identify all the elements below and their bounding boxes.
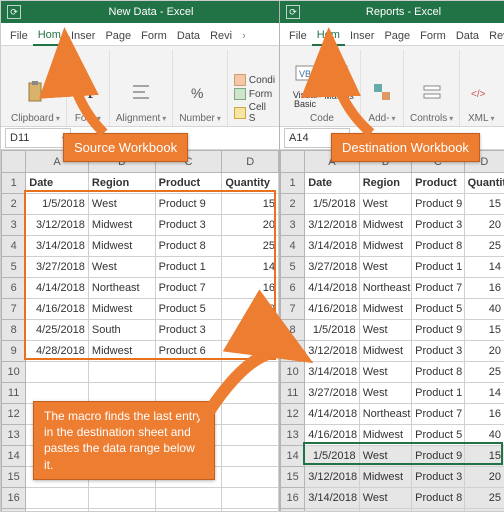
ribbon-group-styles[interactable]: Condi Form Cell S	[228, 50, 281, 126]
alignment-icon[interactable]	[126, 75, 156, 109]
callout-source: Source Workbook	[63, 133, 188, 162]
ribbon-tab-file[interactable]: File	[284, 30, 312, 45]
svg-text:A: A	[80, 82, 93, 102]
ribbon-tabs[interactable]: FileHomInserPageFormDataRevi›	[1, 23, 279, 46]
svg-text:%: %	[191, 85, 203, 101]
svg-text:VB: VB	[299, 69, 311, 79]
ribbon-tab-file[interactable]: File	[5, 30, 33, 45]
ribbon-tab-inser[interactable]: Inser	[345, 30, 379, 45]
window-title: New Data - Excel	[29, 6, 273, 18]
window-titlebar: ⟳ Reports - Excel	[280, 1, 504, 23]
ribbon-tab-page[interactable]: Page	[100, 30, 136, 45]
ribbon-tab-inser[interactable]: Inser	[66, 30, 100, 45]
window-titlebar: ⟳ New Data - Excel	[1, 1, 279, 23]
visual-basic-icon[interactable]: VB	[290, 57, 320, 91]
ribbon-tab-form[interactable]: Form	[415, 30, 451, 45]
callout-dest: Destination Workbook	[331, 133, 480, 162]
ribbon-group-clipboard[interactable]: Clipboard▾	[5, 50, 67, 126]
svg-text:</>: </>	[471, 89, 486, 100]
ribbon: VB Visual Basic Macros Code Add-▾ Contro…	[280, 46, 504, 127]
paste-icon[interactable]	[20, 75, 50, 109]
ribbon-group-addins[interactable]: Add-▾	[361, 50, 404, 126]
name-box[interactable]: D11▾	[5, 128, 71, 148]
callout-explain: The macro finds the last entry in the de…	[33, 401, 215, 480]
ribbon-tab-revi[interactable]: Revi	[205, 30, 237, 45]
grid[interactable]: ABCD1DateRegionProductQuantity21/5/2018W…	[280, 150, 504, 511]
ribbon: Clipboard▾ A Font▾ Alignment▾ % Number▾ …	[1, 46, 279, 127]
xml-icon[interactable]: </>	[466, 75, 496, 109]
macros-icon[interactable]	[324, 57, 354, 91]
ribbon-group-alignment[interactable]: Alignment▾	[110, 50, 173, 126]
ribbon-tab-rev[interactable]: Rev	[484, 30, 504, 45]
ribbon-tab-form[interactable]: Form	[136, 30, 172, 45]
ribbon-tab-data[interactable]: Data	[451, 30, 484, 45]
col-header[interactable]: D	[222, 151, 279, 173]
ribbon-tab-hom[interactable]: Hom	[33, 29, 66, 46]
font-icon[interactable]: A	[73, 75, 103, 109]
ribbon-tab-page[interactable]: Page	[379, 30, 415, 45]
number-icon[interactable]: %	[185, 75, 215, 109]
ribbon-tabs[interactable]: FileHomInserPageFormDataRev›	[280, 23, 504, 46]
autosave-icon: ⟳	[7, 5, 21, 19]
autosave-icon: ⟳	[286, 5, 300, 19]
addins-icon[interactable]	[367, 75, 397, 109]
destination-workbook-pane: ⟳ Reports - Excel FileHomInserPageFormDa…	[280, 1, 504, 511]
ribbon-group-code[interactable]: VB Visual Basic Macros Code	[284, 50, 361, 126]
ribbon-tab-hom[interactable]: Hom	[312, 29, 345, 46]
ribbon-group-xml[interactable]: </> XML▾	[460, 50, 502, 126]
ribbon-group-controls[interactable]: Controls▾	[404, 50, 460, 126]
ribbon-group-font[interactable]: A Font▾	[67, 50, 110, 126]
window-title: Reports - Excel	[308, 6, 499, 18]
controls-icon[interactable]	[417, 75, 447, 109]
ribbon-group-number[interactable]: % Number▾	[173, 50, 228, 126]
ribbon-tab-data[interactable]: Data	[172, 30, 205, 45]
ribbon-tab-›[interactable]: ›	[237, 30, 251, 45]
